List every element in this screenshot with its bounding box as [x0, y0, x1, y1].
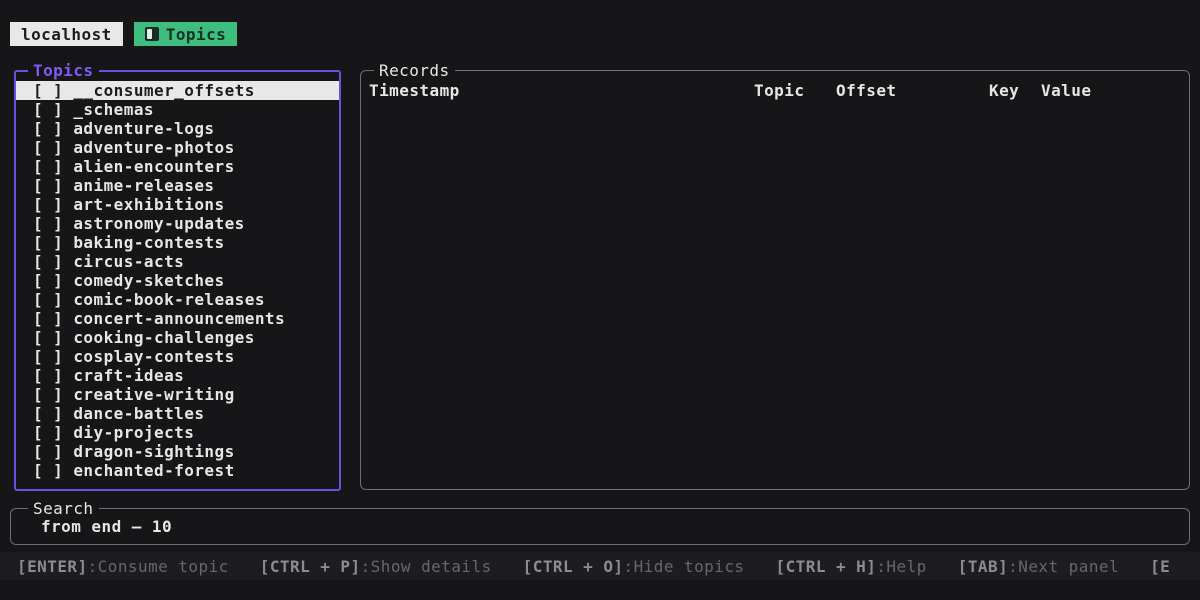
tab-topics-label: Topics [166, 25, 227, 44]
footer-shortcut: [CTRL + H]:Help [776, 557, 927, 576]
topics-panel-title: Topics [28, 61, 99, 80]
topic-list: [ ] __consumer_offsets[ ] _schemas[ ] ad… [16, 81, 339, 480]
topic-list-item[interactable]: [ ] circus-acts [16, 252, 339, 271]
topic-list-item[interactable]: [ ] baking-contests [16, 233, 339, 252]
column-header-offset[interactable]: Offset [836, 81, 897, 100]
shortcut-key: [CTRL + O] [523, 557, 624, 576]
records-panel-title: Records [374, 61, 455, 80]
topic-list-item[interactable]: [ ] craft-ideas [16, 366, 339, 385]
footer-shortcut: [TAB]:Next panel [958, 557, 1119, 576]
topic-list-item[interactable]: [ ] comic-book-releases [16, 290, 339, 309]
records-panel: Records Timestamp Topic Offset Key Value [360, 70, 1190, 490]
tab-cluster[interactable]: localhost [10, 22, 123, 46]
topic-list-item[interactable]: [ ] anime-releases [16, 176, 339, 195]
footer-shortcut: [CTRL + O]:Hide topics [523, 557, 745, 576]
shortcut-description: :Consume topic [88, 557, 229, 576]
topic-list-item[interactable]: [ ] cosplay-contests [16, 347, 339, 366]
tab-cluster-label: localhost [21, 25, 112, 44]
topic-list-item[interactable]: [ ] creative-writing [16, 385, 339, 404]
shortcut-key-truncated: [E [1150, 557, 1170, 576]
topic-list-item[interactable]: [ ] enchanted-forest [16, 461, 339, 480]
tab-topics[interactable]: Topics [134, 22, 238, 46]
topic-list-item[interactable]: [ ] alien-encounters [16, 157, 339, 176]
topic-list-item[interactable]: [ ] _schemas [16, 100, 339, 119]
shortcut-description: :Help [876, 557, 926, 576]
search-panel: Search from end — 10 [10, 508, 1190, 545]
topic-list-item[interactable]: [ ] dragon-sightings [16, 442, 339, 461]
footer-shortcuts: [ENTER]:Consume topic [CTRL + P]:Show det… [0, 552, 1200, 580]
shortcut-key: [CTRL + P] [260, 557, 361, 576]
topic-list-item[interactable]: [ ] cooking-challenges [16, 328, 339, 347]
topic-list-item[interactable]: [ ] adventure-logs [16, 119, 339, 138]
topic-list-item[interactable]: [ ] dance-battles [16, 404, 339, 423]
shortcut-key: [ENTER] [17, 557, 88, 576]
column-header-timestamp[interactable]: Timestamp [369, 81, 460, 100]
shortcut-key: [TAB] [958, 557, 1008, 576]
tab-bar: localhost Topics [10, 22, 237, 46]
topic-list-item[interactable]: [ ] concert-announcements [16, 309, 339, 328]
footer-shortcut: [CTRL + P]:Show details [260, 557, 492, 576]
column-header-value[interactable]: Value [1041, 81, 1091, 100]
search-panel-title: Search [28, 499, 99, 518]
topics-panel: Topics [ ] __consumer_offsets[ ] _schema… [14, 70, 341, 491]
records-table-header: Timestamp Topic Offset Key Value [361, 81, 1189, 100]
topic-list-item[interactable]: [ ] comedy-sketches [16, 271, 339, 290]
shortcut-description: :Show details [361, 557, 492, 576]
topics-icon [145, 27, 159, 41]
topic-list-item[interactable]: [ ] diy-projects [16, 423, 339, 442]
topic-list-item[interactable]: [ ] __consumer_offsets [16, 81, 339, 100]
footer-shortcut: [ENTER]:Consume topic [17, 557, 229, 576]
shortcut-description: :Next panel [1008, 557, 1119, 576]
topic-list-item[interactable]: [ ] astronomy-updates [16, 214, 339, 233]
column-header-topic[interactable]: Topic [754, 81, 804, 100]
search-input[interactable]: from end — 10 [41, 517, 172, 536]
topic-list-item[interactable]: [ ] adventure-photos [16, 138, 339, 157]
shortcut-key: [CTRL + H] [776, 557, 877, 576]
topic-list-item[interactable]: [ ] art-exhibitions [16, 195, 339, 214]
column-header-key[interactable]: Key [989, 81, 1019, 100]
shortcut-description: :Hide topics [624, 557, 745, 576]
